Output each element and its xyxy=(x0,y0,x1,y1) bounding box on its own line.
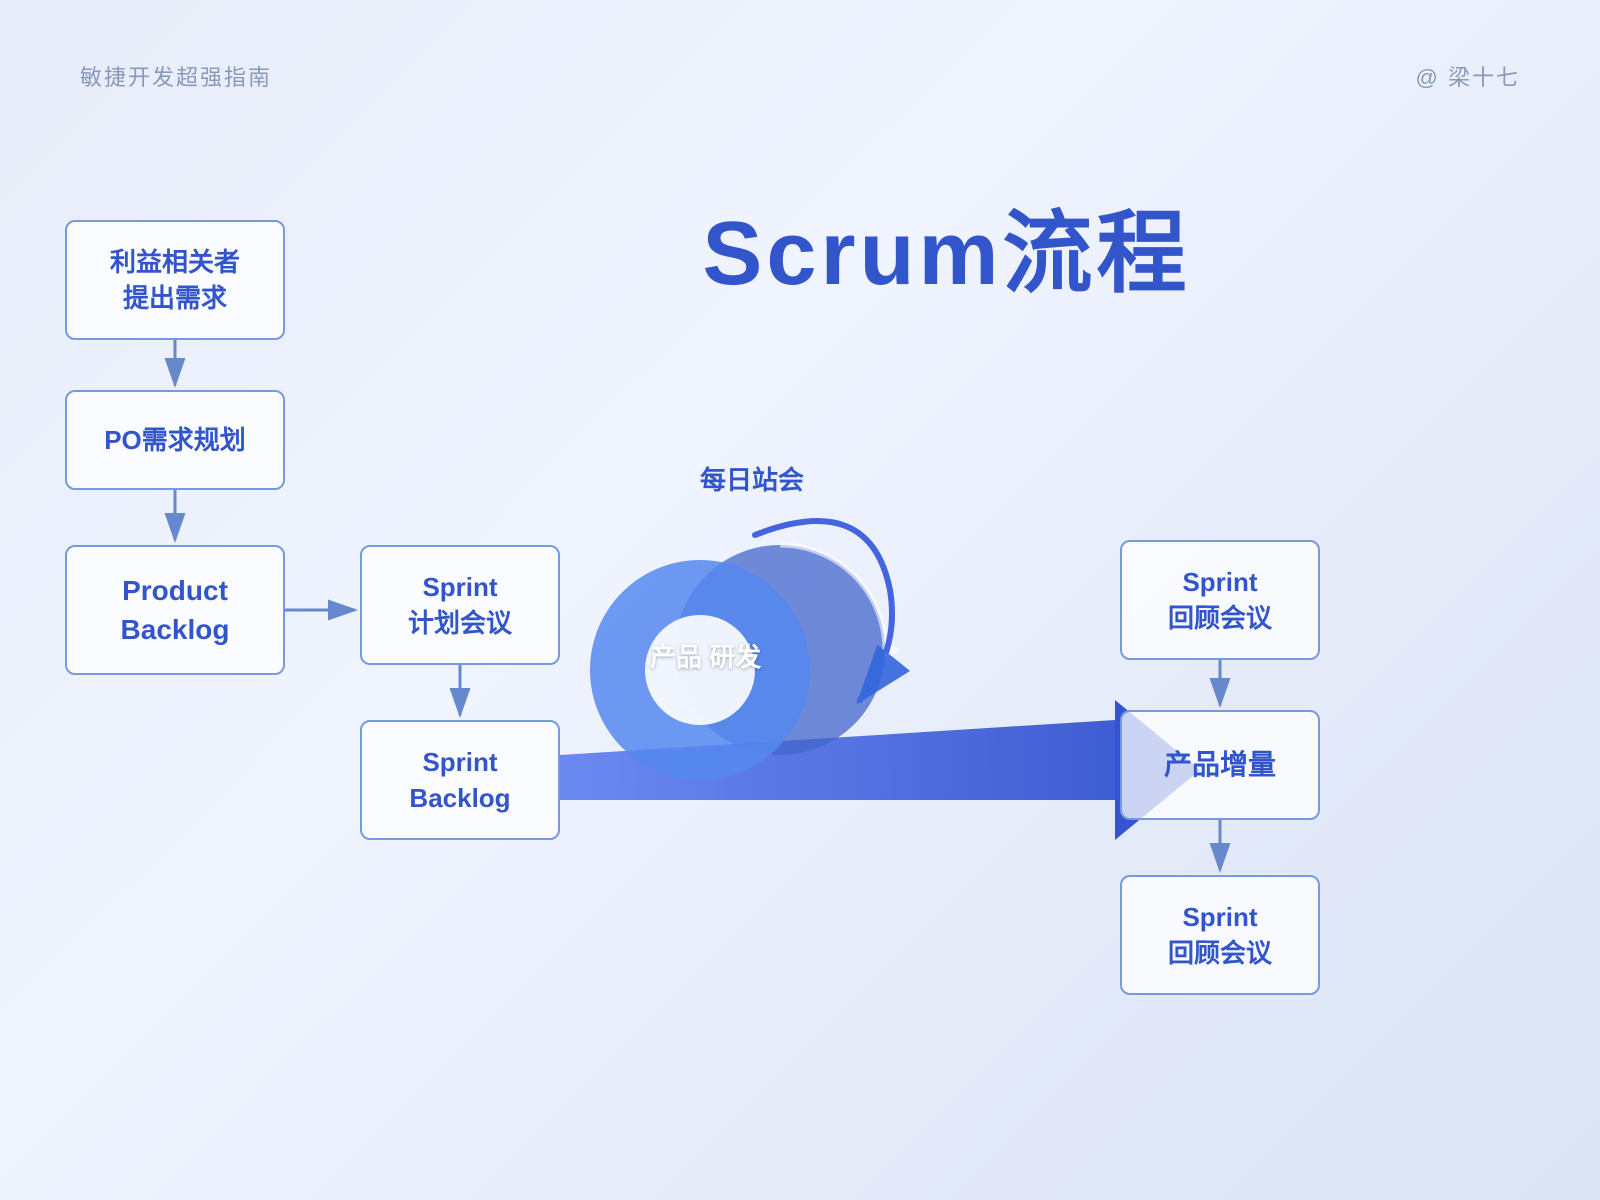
header-left-label: 敏捷开发超强指南 xyxy=(80,60,272,92)
sprint-backlog-box: SprintBacklog xyxy=(360,720,560,840)
product-dev-label: 产品 研发 xyxy=(650,638,761,677)
product-backlog-box: ProductBacklog xyxy=(65,545,285,675)
header-right-label: @ 梁十七 xyxy=(1416,60,1520,92)
stakeholder-box: 利益相关者提出需求 xyxy=(65,220,285,340)
sprint-review-top-box: Sprint回顾会议 xyxy=(1120,540,1320,660)
daily-standup-label: 每日站会 xyxy=(700,460,804,497)
po-planning-box: PO需求规划 xyxy=(65,390,285,490)
sprint-review-bottom-box: Sprint回顾会议 xyxy=(1120,875,1320,995)
sprint-planning-box: Sprint计划会议 xyxy=(360,545,560,665)
product-increment-box: 产品增量 xyxy=(1120,710,1320,820)
main-title: Scrum流程 xyxy=(702,180,1190,310)
